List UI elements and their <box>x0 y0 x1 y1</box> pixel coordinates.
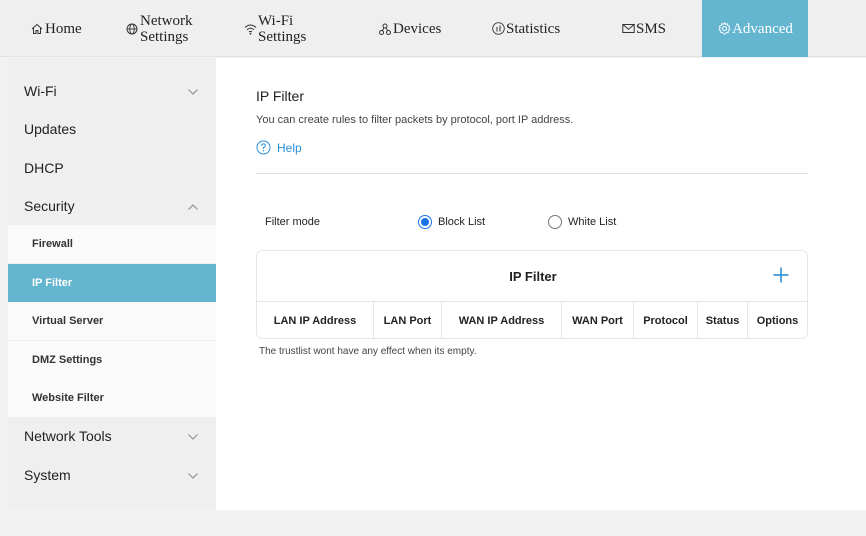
table-header: LAN IP Address LAN Port WAN IP Address W… <box>257 301 807 339</box>
radio-label: Block List <box>438 216 486 228</box>
sidebar-item-website-filter[interactable]: Website Filter <box>8 379 216 417</box>
main-content: IP Filter You can create rules to filter… <box>216 58 866 510</box>
envelope-icon <box>621 22 635 36</box>
sidebar-item-ip-filter[interactable]: IP Filter <box>8 264 216 302</box>
sidebar-item-label: Updates <box>24 121 77 137</box>
radio-label: White List <box>568 216 617 228</box>
devices-icon <box>378 22 392 36</box>
column-header: Protocol <box>634 302 698 339</box>
divider <box>256 173 808 174</box>
nav-devices[interactable]: Devices <box>378 0 468 57</box>
page-description: You can create rules to filter packets b… <box>256 114 574 126</box>
sidebar-item-label: Wi-Fi <box>24 83 57 99</box>
nav-wifi-settings[interactable]: Wi-Fi Settings <box>243 0 333 57</box>
nav-label: Wi-Fi Settings <box>258 12 307 45</box>
sidebar-item-label: System <box>24 467 71 483</box>
radio-block-list[interactable]: Block List <box>418 215 485 229</box>
sidebar-item-label: Virtual Server <box>32 315 104 327</box>
column-header: Status <box>698 302 748 339</box>
nav-label: Network Settings <box>140 12 193 45</box>
chevron-down-icon <box>188 89 198 95</box>
chevron-up-icon <box>188 204 198 210</box>
nav-statistics[interactable]: Statistics <box>491 0 581 57</box>
nav-label: Statistics <box>506 20 561 37</box>
ip-filter-table: IP Filter LAN IP Address LAN Port WAN IP… <box>256 250 808 339</box>
column-header: LAN Port <box>374 302 442 339</box>
sidebar-item-virtual-server[interactable]: Virtual Server <box>8 302 216 340</box>
column-header: WAN Port <box>562 302 634 339</box>
sidebar-item-network-tools[interactable]: Network Tools <box>8 417 216 455</box>
sidebar-item-label: Security <box>24 198 75 214</box>
sidebar-item-label: IP Filter <box>32 277 73 289</box>
sidebar-item-label: Network Tools <box>24 428 112 444</box>
nav-sms[interactable]: SMS <box>621 0 691 57</box>
question-circle-icon <box>256 140 271 155</box>
help-link[interactable]: Help <box>256 140 302 155</box>
radio-checked-icon <box>418 215 432 229</box>
sidebar-item-firewall[interactable]: Firewall <box>8 225 216 263</box>
nav-label: Home <box>45 20 82 37</box>
nav-advanced[interactable]: Advanced <box>702 0 808 57</box>
table-title: IP Filter <box>509 268 557 284</box>
nav-network-settings[interactable]: Network Settings <box>125 0 215 57</box>
sidebar-item-updates[interactable]: Updates <box>8 110 216 148</box>
page-title: IP Filter <box>256 88 304 104</box>
nav-home[interactable]: Home <box>30 0 120 57</box>
sidebar-item-label: DMZ Settings <box>32 354 103 366</box>
sidebar-item-dhcp[interactable]: DHCP <box>8 149 216 187</box>
sidebar-item-system[interactable]: System <box>8 456 216 494</box>
filter-mode-label: Filter mode <box>265 216 321 228</box>
chevron-down-icon <box>188 473 198 479</box>
radio-white-list[interactable]: White List <box>548 215 616 229</box>
sidebar-item-label: DHCP <box>24 160 64 176</box>
gear-icon <box>717 22 731 36</box>
column-header: WAN IP Address <box>442 302 562 339</box>
top-navigation: Home Network Settings Wi-Fi Settings Dev… <box>0 0 866 57</box>
chevron-down-icon <box>188 434 198 440</box>
sidebar-item-label: Website Filter <box>32 392 104 404</box>
column-header: LAN IP Address <box>257 302 374 339</box>
sidebar: Wi-Fi Updates DHCP Security Firewall IP … <box>8 58 216 510</box>
nav-label: Devices <box>393 20 442 37</box>
statistics-icon <box>491 22 505 36</box>
globe-icon <box>125 22 139 36</box>
help-label: Help <box>277 140 302 155</box>
sidebar-item-security[interactable]: Security <box>8 187 216 225</box>
sidebar-item-dmz-settings[interactable]: DMZ Settings <box>8 341 216 379</box>
sidebar-item-wifi[interactable]: Wi-Fi <box>8 72 216 110</box>
radio-unchecked-icon <box>548 215 562 229</box>
nav-label: Advanced <box>732 20 793 37</box>
home-icon <box>30 22 44 36</box>
sidebar-item-label: Firewall <box>32 238 73 250</box>
add-rule-button[interactable] <box>773 267 789 283</box>
column-header: Options <box>756 314 799 327</box>
wifi-icon <box>243 22 257 36</box>
empty-table-note: The trustlist wont have any effect when … <box>259 346 477 357</box>
nav-label: SMS <box>636 20 667 37</box>
